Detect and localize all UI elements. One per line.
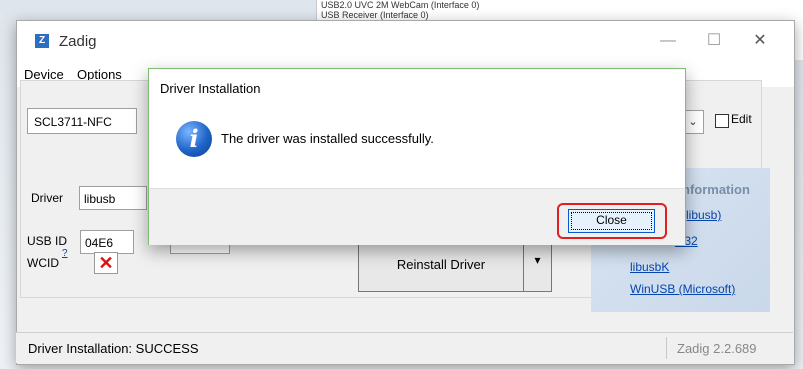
usb-id-field: 04E6 — [80, 230, 134, 254]
driver-field: libusb — [79, 186, 147, 210]
info-heading: nformation — [682, 182, 750, 197]
driver-installation-dialog: Driver Installation i The driver was ins… — [148, 68, 686, 245]
title-bar: Z Zadig — ☐ ✕ — [17, 21, 794, 63]
zadig-logo-icon: Z — [35, 34, 49, 48]
link-libusb[interactable]: (libusb) — [682, 208, 721, 222]
background-list-line: USB2.0 UVC 2M WebCam (Interface 0) — [321, 0, 480, 10]
link-libusbk[interactable]: libusbK — [630, 260, 669, 274]
edit-checkbox[interactable] — [715, 114, 729, 128]
status-divider — [666, 337, 667, 359]
info-icon: i — [176, 121, 212, 157]
edit-checkbox-label: Edit — [731, 112, 752, 126]
wcid-help-link[interactable]: ? — [62, 248, 68, 259]
link-winusb[interactable]: WinUSB (Microsoft) — [630, 282, 735, 296]
background-list-line: USB Receiver (Interface 0) — [321, 10, 429, 20]
close-window-button[interactable]: ✕ — [737, 27, 783, 55]
dialog-footer: Close — [149, 188, 685, 245]
usb-id-label: USB ID — [27, 234, 68, 248]
maximize-button[interactable]: ☐ — [691, 27, 737, 55]
status-bar: Driver Installation: SUCCESS Zadig 2.2.6… — [16, 332, 793, 363]
dialog-title: Driver Installation — [160, 81, 261, 96]
status-message: Driver Installation: SUCCESS — [28, 341, 199, 356]
minimize-button[interactable]: — — [645, 27, 691, 55]
driver-label: Driver — [31, 191, 63, 205]
dialog-message: The driver was installed successfully. — [221, 131, 434, 146]
wcid-status-cross-icon: ✕ — [94, 252, 118, 274]
device-select[interactable]: SCL3711-NFC — [27, 108, 137, 134]
version-label: Zadig 2.2.689 — [677, 341, 757, 356]
wcid-label: WCID — [27, 256, 59, 270]
window-title: Zadig — [59, 33, 97, 50]
close-button[interactable]: Close — [568, 209, 655, 233]
